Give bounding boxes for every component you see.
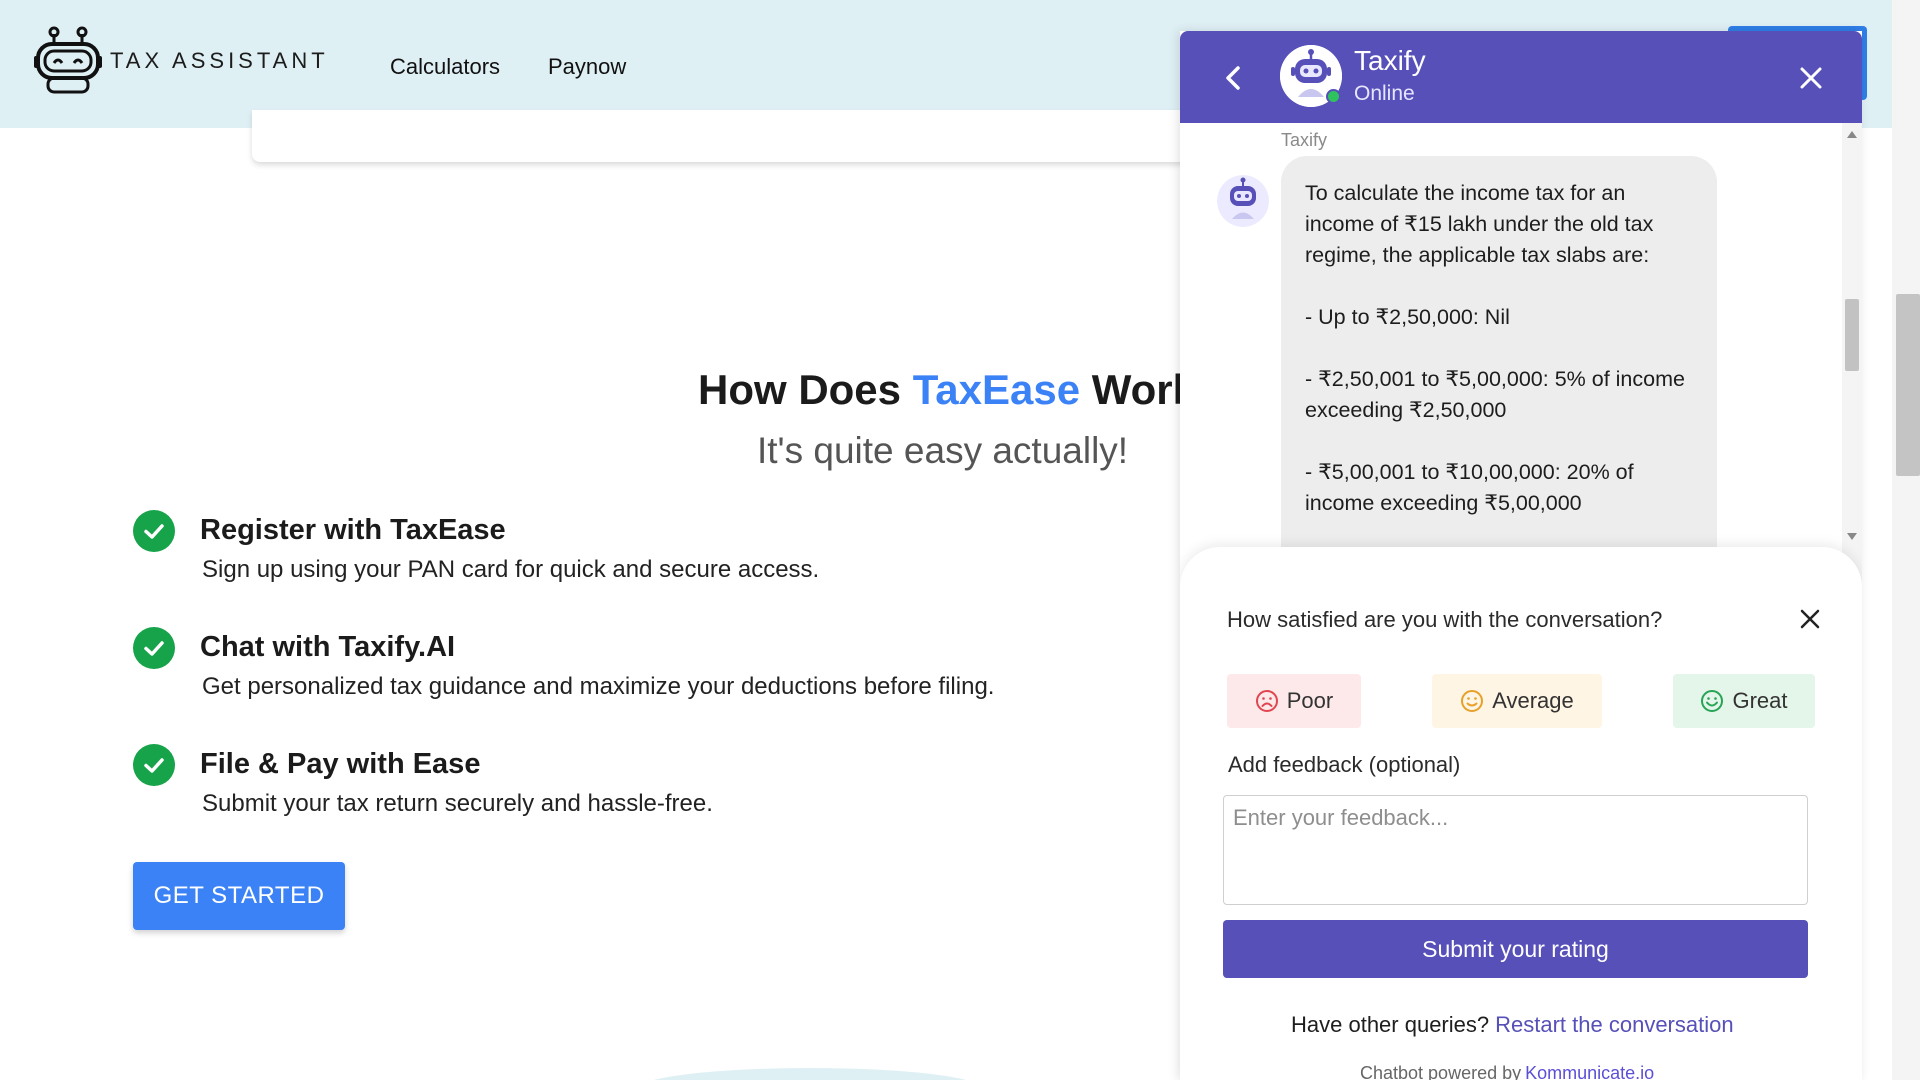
- get-started-button[interactable]: GET STARTED: [133, 862, 345, 930]
- feedback-question: How satisfied are you with the conversat…: [1227, 607, 1663, 632]
- feedback-label: Add feedback (optional): [1228, 752, 1461, 777]
- step-description: Get personalized tax guidance and maximi…: [202, 673, 995, 700]
- feedback-input[interactable]: [1223, 795, 1808, 905]
- step-title: Register with TaxEase: [200, 514, 506, 546]
- check-icon: [133, 510, 175, 552]
- kommunicate-link[interactable]: Kommunicate.io: [1525, 1063, 1654, 1080]
- page-scroll-thumb[interactable]: [1896, 294, 1920, 476]
- restart-conversation-link[interactable]: Restart the conversation: [1495, 1012, 1733, 1037]
- title-highlight: TaxEase: [912, 366, 1081, 413]
- close-icon[interactable]: [1796, 63, 1826, 93]
- check-icon: [133, 627, 175, 669]
- title-prefix: How Does: [698, 366, 913, 413]
- section-subtitle: It's quite easy actually!: [757, 430, 1129, 471]
- rating-great-button[interactable]: Great: [1673, 674, 1815, 728]
- scroll-down-arrow-icon[interactable]: [1847, 533, 1857, 540]
- sad-face-icon: [1255, 690, 1278, 712]
- brand-name: TAX ASSISTANT: [110, 48, 329, 73]
- rating-label: Great: [1732, 688, 1788, 713]
- back-arrow-icon[interactable]: [1218, 61, 1248, 95]
- rating-average-button[interactable]: Average: [1432, 674, 1602, 728]
- bot-message-bubble: To calculate the income tax for an incom…: [1281, 156, 1717, 596]
- step-title: Chat with Taxify.AI: [200, 631, 456, 663]
- step-title: File & Pay with Ease: [200, 748, 481, 780]
- message-bot-avatar-icon: [1217, 175, 1269, 227]
- online-status-dot: [1326, 89, 1341, 104]
- page-scrollbar[interactable]: [1892, 0, 1920, 1080]
- nav-paynow[interactable]: Paynow: [548, 54, 626, 80]
- rating-label: Poor: [1286, 688, 1334, 713]
- section-title: How Does TaxEase Work': [698, 366, 1206, 414]
- robot-logo-icon: [34, 26, 102, 94]
- scroll-up-arrow-icon[interactable]: [1847, 131, 1857, 138]
- chat-header: Taxify Online: [1180, 31, 1862, 123]
- chat-widget: Taxify Online Taxify To calculate the in…: [1180, 31, 1862, 1080]
- card-bottom-edge: [252, 110, 1252, 162]
- decorative-wave: [640, 1068, 980, 1080]
- rating-poor-button[interactable]: Poor: [1227, 674, 1361, 728]
- rating-label: Average: [1492, 688, 1574, 713]
- chat-bot-status: Online: [1354, 82, 1415, 105]
- messages-scroll-thumb[interactable]: [1845, 299, 1859, 371]
- message-sender: Taxify: [1281, 130, 1328, 150]
- powered-by-line: Chatbot powered by Kommunicate.io: [1360, 1063, 1654, 1080]
- step-description: Sign up using your PAN card for quick an…: [202, 556, 820, 583]
- check-icon: [133, 744, 175, 786]
- brand-logo[interactable]: TAX ASSISTANT: [32, 26, 329, 96]
- other-queries-text: Have other queries?: [1291, 1012, 1490, 1037]
- powered-by-text: Chatbot powered by: [1360, 1063, 1522, 1080]
- submit-rating-button[interactable]: Submit your rating: [1223, 920, 1808, 978]
- smile-face-icon: [1701, 690, 1724, 712]
- nav-calculators[interactable]: Calculators: [390, 54, 500, 80]
- feedback-close-icon[interactable]: [1798, 607, 1822, 631]
- neutral-face-icon: [1461, 690, 1484, 712]
- step-description: Submit your tax return securely and hass…: [202, 790, 713, 817]
- other-queries-line: Have other queries? Restart the conversat…: [1291, 1012, 1734, 1038]
- feedback-panel: How satisfied are you with the conversat…: [1180, 547, 1862, 1080]
- chat-bot-name: Taxify: [1354, 45, 1426, 76]
